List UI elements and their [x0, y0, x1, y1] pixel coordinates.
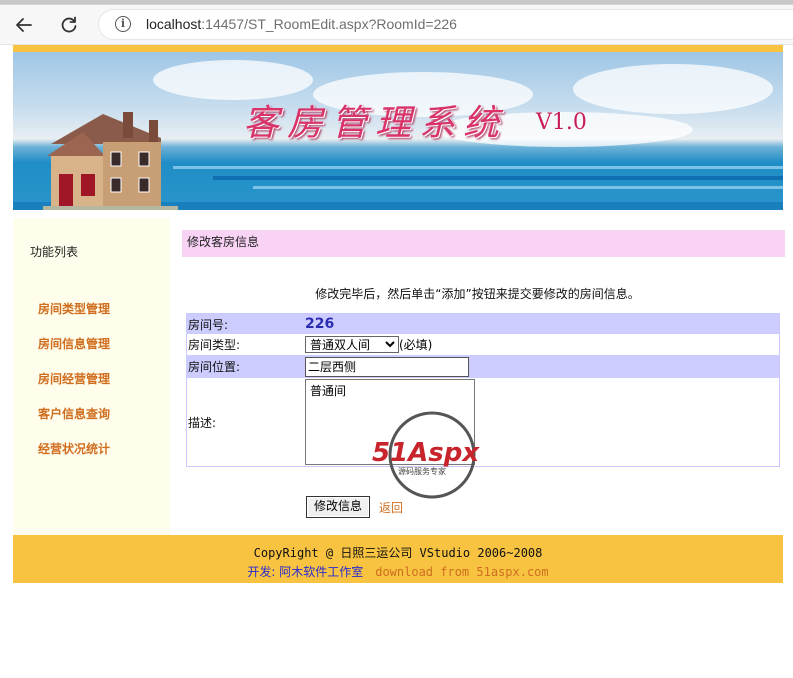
- sidebar-item-room-types[interactable]: 房间类型管理: [38, 300, 110, 317]
- back-button[interactable]: [10, 11, 38, 39]
- back-link[interactable]: 返回: [379, 499, 403, 516]
- banner-gap: [13, 210, 783, 218]
- site-info-icon[interactable]: i: [115, 16, 131, 32]
- description-textarea[interactable]: 普通间: [305, 379, 475, 465]
- url-path: :14457/ST_RoomEdit.aspx?RoomId=226: [201, 16, 457, 32]
- main-panel: 修改客房信息 修改完毕后，然后单击“添加”按钮来提交要修改的房间信息。 房间号:…: [170, 218, 785, 535]
- house-illustration: [43, 112, 178, 210]
- browser-toolbar: i localhost:14457/ST_RoomEdit.aspx?RoomI…: [0, 5, 793, 45]
- room-number-row: 房间号: 226: [187, 314, 779, 334]
- page: 客房管理系统 V1.0 功能列表 房间类型管理 房间信息管理 房间经营管理 客户…: [13, 45, 785, 583]
- cloud-shape: [573, 64, 773, 114]
- footer-download-link[interactable]: download from 51aspx.com: [375, 565, 548, 579]
- room-location-input[interactable]: 二层西侧: [305, 356, 469, 377]
- sidebar-item-business-stats[interactable]: 经营状况统计: [38, 440, 110, 457]
- save-room-button[interactable]: 修改信息: [306, 496, 371, 518]
- reload-icon: [61, 16, 77, 33]
- room-location-row: 房间位置: 二层西侧: [187, 355, 779, 378]
- room-location-label: 房间位置:: [188, 360, 241, 374]
- sidebar-title: 功能列表: [30, 245, 79, 259]
- sidebar-item-customer-query[interactable]: 客户信息查询: [38, 405, 110, 422]
- description-label: 描述:: [188, 415, 217, 430]
- tab-edge: [0, 0, 793, 4]
- room-number-value: 226: [305, 316, 335, 332]
- required-note: (必填): [399, 338, 433, 352]
- sidebar: 功能列表 房间类型管理 房间信息管理 房间经营管理 客户信息查询 经营状况统计: [13, 218, 170, 535]
- content-area: 功能列表 房间类型管理 房间信息管理 房间经营管理 客户信息查询 经营状况统计 …: [13, 218, 785, 535]
- watermark-tagline: 源码服务专家: [398, 466, 446, 476]
- footer: CopyRight @ 日照三运公司 VStudio 2006~2008 开发:…: [13, 535, 783, 583]
- room-type-select[interactable]: 普通双人间: [305, 336, 399, 353]
- sidebar-item-room-info[interactable]: 房间信息管理: [38, 335, 110, 352]
- room-type-row: 房间类型: 普通双人间 (必填): [187, 334, 779, 355]
- footer-copyright: CopyRight @ 日照三运公司 VStudio 2006~2008: [253, 546, 543, 560]
- banner-version: V1.0: [536, 110, 587, 135]
- banner-stripe: [213, 176, 783, 180]
- reload-button[interactable]: [55, 11, 83, 39]
- room-edit-form: 房间号: 226 房间类型: 普通双人间 (必填) 房间位置: 二层西侧 描述: …: [186, 313, 780, 467]
- url-host: localhost: [146, 16, 202, 32]
- instruction-text: 修改完毕后，然后单击“添加”按钮来提交要修改的房间信息。: [315, 287, 640, 301]
- room-type-label: 房间类型:: [188, 338, 241, 352]
- footer-developer: 开发: 阿木软件工作室: [247, 565, 364, 579]
- panel-title: 修改客房信息: [182, 230, 785, 257]
- sidebar-item-room-operations[interactable]: 房间经营管理: [38, 370, 110, 387]
- footer-line2: 开发: 阿木软件工作室 download from 51aspx.com: [13, 563, 783, 580]
- description-row: 描述: 普通间: [187, 378, 779, 466]
- room-number-label: 房间号:: [188, 317, 229, 332]
- back-arrow-icon: [16, 18, 32, 32]
- banner-stripe: [253, 186, 783, 189]
- banner-stripe: [173, 166, 783, 169]
- top-gold-bar: [13, 45, 783, 52]
- banner-title: 客房管理系统: [243, 103, 508, 144]
- url-text: localhost:14457/ST_RoomEdit.aspx?RoomId=…: [146, 16, 457, 32]
- header-banner: 客房管理系统 V1.0: [13, 52, 783, 210]
- address-bar[interactable]: i localhost:14457/ST_RoomEdit.aspx?RoomI…: [98, 9, 793, 40]
